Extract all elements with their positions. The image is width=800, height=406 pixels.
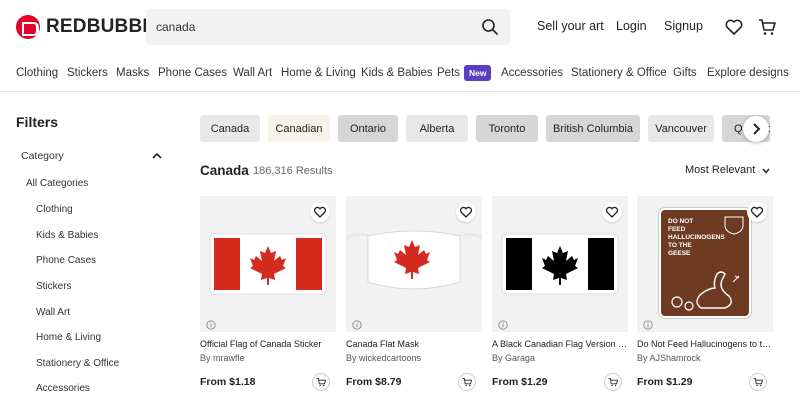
add-to-cart-icon[interactable] (749, 373, 767, 391)
product-title[interactable]: A Black Canadian Flag Version of the (492, 339, 628, 349)
chevron-up-icon[interactable] (152, 152, 162, 160)
heart-icon[interactable] (310, 202, 330, 222)
product-price: From $1.29 (637, 376, 693, 388)
product-image[interactable]: DO NOT FEED HALLUCINOGENS TO THE GEESE (637, 196, 773, 332)
site-header: REDBUBBLE Sell your art Login Signup (0, 0, 800, 54)
search-input[interactable] (156, 17, 466, 37)
product-price: From $1.18 (200, 376, 256, 388)
results-count: 186,316 Results (253, 165, 333, 177)
info-icon[interactable] (643, 320, 653, 330)
nav-stationery-office[interactable]: Stationery & Office (571, 67, 667, 79)
sign-line: FEED (668, 226, 686, 233)
nav-masks[interactable]: Masks (116, 67, 149, 79)
add-to-cart-icon[interactable] (458, 373, 476, 391)
category-filter-toggle[interactable]: Category (21, 150, 64, 162)
chip-alberta[interactable]: Alberta (406, 115, 468, 142)
heart-icon[interactable] (747, 202, 767, 222)
search-bar (146, 9, 510, 45)
product-artist[interactable]: By AJShamrock (637, 353, 701, 363)
sign-line: DO NOT (668, 218, 694, 225)
shield-icon (724, 216, 744, 235)
category-wall-art[interactable]: Wall Art (36, 307, 70, 318)
product-price: From $1.29 (492, 376, 548, 388)
info-icon[interactable] (498, 320, 508, 330)
goose-icon (671, 271, 740, 311)
filters-title: Filters (16, 114, 59, 130)
add-to-cart-icon[interactable] (604, 373, 622, 391)
category-home-living[interactable]: Home & Living (36, 332, 101, 343)
chip-vancouver[interactable]: Vancouver (648, 115, 714, 142)
nav-stickers[interactable]: Stickers (67, 67, 108, 79)
nav-kids-babies[interactable]: Kids & Babies (361, 67, 433, 79)
nav-wall-art[interactable]: Wall Art (233, 67, 272, 79)
chip-british-columbia[interactable]: British Columbia (546, 115, 640, 142)
chip-canada[interactable]: Canada (200, 115, 260, 142)
nav-pets[interactable]: Pets (437, 67, 460, 79)
add-to-cart-icon[interactable] (312, 373, 330, 391)
nav-home-living[interactable]: Home & Living (281, 67, 356, 79)
sign-line: TO THE (668, 242, 692, 249)
sign-line: HALLUCINOGENS (668, 234, 725, 241)
category-stickers[interactable]: Stickers (36, 281, 72, 292)
info-icon[interactable] (206, 320, 216, 330)
nav-clothing[interactable]: Clothing (16, 67, 58, 79)
cart-icon[interactable] (757, 17, 777, 37)
category-stationery-office[interactable]: Stationery & Office (36, 358, 119, 369)
sort-dropdown[interactable]: Most Relevant (685, 164, 755, 176)
nav-explore-designs[interactable]: Explore designs (707, 67, 789, 79)
product-image[interactable] (492, 196, 628, 332)
signup-link[interactable]: Signup (664, 19, 703, 33)
nav-gifts[interactable]: Gifts (673, 67, 697, 79)
sign-line: GEESE (668, 250, 691, 257)
product-artist[interactable]: By mrawfle (200, 353, 245, 363)
category-nav: Clothing Stickers Masks Phone Cases Wall… (0, 54, 800, 92)
product-image[interactable] (345, 196, 483, 332)
product-image[interactable] (200, 196, 336, 332)
login-link[interactable]: Login (616, 19, 647, 33)
chip-toronto[interactable]: Toronto (476, 115, 538, 142)
category-clothing[interactable]: Clothing (36, 204, 73, 215)
heart-icon[interactable] (602, 202, 622, 222)
chip-ontario[interactable]: Ontario (338, 115, 398, 142)
product-title[interactable]: Canada Flat Mask (346, 339, 482, 349)
nav-accessories[interactable]: Accessories (501, 67, 563, 79)
redbubble-logo-mark (16, 15, 40, 39)
chip-canadian[interactable]: Canadian (268, 115, 330, 142)
product-artist[interactable]: By Garaga (492, 353, 535, 363)
chevron-down-icon[interactable] (762, 168, 770, 174)
new-badge: New (464, 65, 492, 81)
redbubble-logo[interactable]: REDBUBBLE (16, 15, 167, 39)
product-price: From $8.79 (346, 376, 402, 388)
sell-your-art-link[interactable]: Sell your art (537, 19, 604, 33)
results-title: Canada (200, 163, 249, 178)
heart-icon[interactable] (724, 17, 744, 37)
nav-phone-cases[interactable]: Phone Cases (158, 67, 227, 79)
chevron-right-icon[interactable] (743, 116, 769, 142)
category-kids-babies[interactable]: Kids & Babies (36, 230, 98, 241)
search-icon[interactable] (481, 18, 499, 36)
product-title[interactable]: Do Not Feed Hallucinogens to the Geese (637, 339, 773, 349)
geese-sign-image: DO NOT FEED HALLUCINOGENS TO THE GEESE (658, 207, 752, 319)
category-phone-cases[interactable]: Phone Cases (36, 255, 96, 266)
info-icon[interactable] (352, 320, 362, 330)
category-all[interactable]: All Categories (26, 178, 88, 189)
heart-icon[interactable] (456, 202, 476, 222)
product-artist[interactable]: By wickedcartoons (346, 353, 421, 363)
product-title[interactable]: Official Flag of Canada Sticker (200, 339, 336, 349)
category-accessories[interactable]: Accessories (36, 383, 90, 394)
